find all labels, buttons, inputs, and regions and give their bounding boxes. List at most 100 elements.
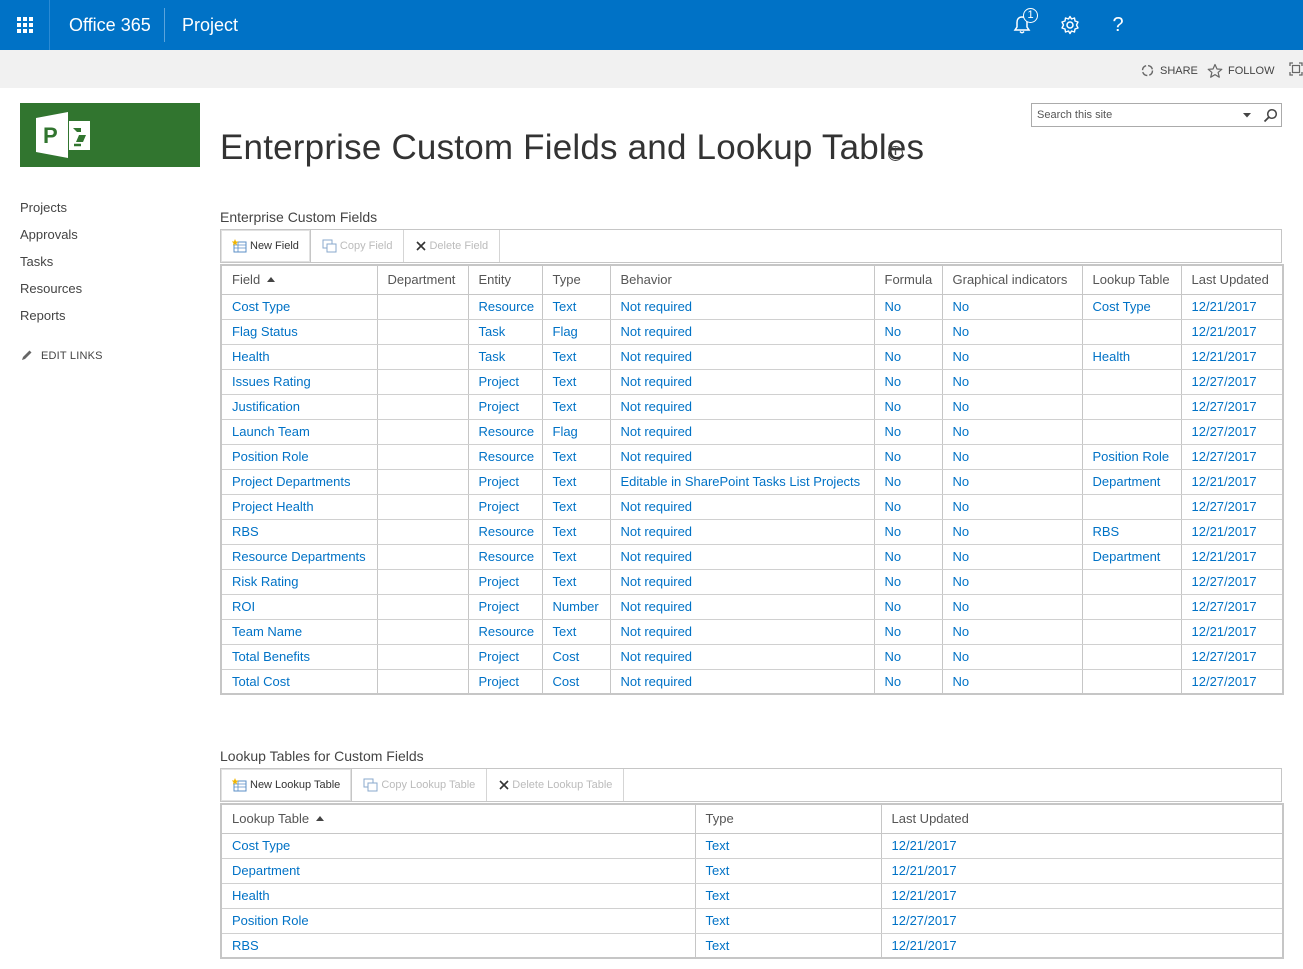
cell-type[interactable]: Cost bbox=[542, 669, 611, 695]
cell-entity[interactable]: Project bbox=[468, 594, 543, 620]
cell-formula[interactable]: No bbox=[874, 544, 943, 570]
cell-behavior[interactable]: Not required bbox=[610, 644, 875, 670]
cell-graphical-indicators[interactable]: No bbox=[942, 419, 1083, 445]
copy-lookup-table-button[interactable]: Copy Lookup Table bbox=[352, 769, 488, 801]
cell-entity[interactable]: Task bbox=[468, 344, 543, 370]
column-header-type[interactable]: Type bbox=[695, 804, 882, 834]
cell-entity[interactable]: Project bbox=[468, 494, 543, 520]
cell-entity[interactable]: Task bbox=[468, 319, 543, 345]
cell-behavior[interactable]: Not required bbox=[610, 669, 875, 695]
office365-brand-link[interactable]: Office 365 bbox=[69, 0, 151, 50]
cell-lookup-table[interactable]: Position Role bbox=[221, 908, 696, 934]
table-row[interactable]: Launch Team Resource Flag Not required No No 1… bbox=[221, 419, 1284, 445]
column-header-entity[interactable]: Entity bbox=[468, 265, 543, 295]
cell-field[interactable]: Cost Type bbox=[221, 294, 378, 320]
cell-graphical-indicators[interactable]: No bbox=[942, 444, 1083, 470]
cell-graphical-indicators[interactable]: No bbox=[942, 669, 1083, 695]
cell-type[interactable]: Text bbox=[695, 908, 882, 934]
table-row[interactable]: Resource Departments Resource Text Not requ… bbox=[221, 544, 1284, 570]
cell-entity[interactable]: Resource bbox=[468, 444, 543, 470]
cell-lookup-table[interactable]: Health bbox=[221, 883, 696, 909]
cell-last-updated[interactable]: 12/21/2017 bbox=[1181, 344, 1284, 370]
info-icon[interactable]: i bbox=[888, 146, 903, 161]
cell-behavior[interactable]: Not required bbox=[610, 344, 875, 370]
cell-entity[interactable]: Project bbox=[468, 394, 543, 420]
cell-behavior[interactable]: Not required bbox=[610, 519, 875, 545]
cell-lookup-table[interactable]: RBS bbox=[1082, 519, 1182, 545]
cell-formula[interactable]: No bbox=[874, 619, 943, 645]
cell-type[interactable]: Text bbox=[542, 394, 611, 420]
cell-type[interactable]: Flag bbox=[542, 319, 611, 345]
cell-last-updated[interactable]: 12/27/2017 bbox=[1181, 419, 1284, 445]
cell-entity[interactable]: Resource bbox=[468, 419, 543, 445]
cell-field[interactable]: RBS bbox=[221, 519, 378, 545]
cell-type[interactable]: Text bbox=[542, 519, 611, 545]
cell-lookup-table[interactable]: Cost Type bbox=[221, 833, 696, 859]
cell-entity[interactable]: Resource bbox=[468, 294, 543, 320]
cell-graphical-indicators[interactable]: No bbox=[942, 469, 1083, 495]
table-row[interactable]: Project Health Project Text Not required No N… bbox=[221, 494, 1284, 520]
nav-item-tasks[interactable]: Tasks bbox=[20, 254, 82, 281]
cell-formula[interactable]: No bbox=[874, 594, 943, 620]
cell-behavior[interactable]: Not required bbox=[610, 544, 875, 570]
cell-last-updated[interactable]: 12/21/2017 bbox=[881, 833, 1284, 859]
column-header-last-updated[interactable]: Last Updated bbox=[881, 804, 1284, 834]
new-lookup-table-button[interactable]: New Lookup Table bbox=[221, 769, 353, 801]
column-header-formula[interactable]: Formula bbox=[874, 265, 943, 295]
cell-type[interactable]: Text bbox=[695, 833, 882, 859]
column-header-lookup-table[interactable]: Lookup Table bbox=[1082, 265, 1182, 295]
cell-type[interactable]: Text bbox=[542, 469, 611, 495]
cell-field[interactable]: Team Name bbox=[221, 619, 378, 645]
app-launcher-button[interactable] bbox=[0, 0, 50, 50]
cell-last-updated[interactable]: 12/27/2017 bbox=[1181, 594, 1284, 620]
table-row[interactable]: RBS Text 12/21/2017 bbox=[221, 933, 1284, 959]
table-row[interactable]: Project Departments Project Text Editable i… bbox=[221, 469, 1284, 495]
cell-last-updated[interactable]: 12/21/2017 bbox=[881, 883, 1284, 909]
table-row[interactable]: RBS Resource Text Not required No No RBS 12/21/… bbox=[221, 519, 1284, 545]
table-row[interactable]: Team Name Resource Text Not required No No 12/… bbox=[221, 619, 1284, 645]
cell-type[interactable]: Text bbox=[542, 544, 611, 570]
search-scope-dropdown-icon[interactable] bbox=[1242, 110, 1252, 120]
cell-lookup-table[interactable]: Department bbox=[221, 858, 696, 884]
delete-field-button[interactable]: Delete Field bbox=[404, 230, 501, 262]
cell-field[interactable]: Health bbox=[221, 344, 378, 370]
table-row[interactable]: Risk Rating Project Text Not required No No 12… bbox=[221, 569, 1284, 595]
cell-entity[interactable]: Project bbox=[468, 469, 543, 495]
cell-field[interactable]: Risk Rating bbox=[221, 569, 378, 595]
table-row[interactable]: Health Task Text Not required No No Health 12/2… bbox=[221, 344, 1284, 370]
cell-field[interactable]: Flag Status bbox=[221, 319, 378, 345]
cell-field[interactable]: Resource Departments bbox=[221, 544, 378, 570]
table-row[interactable]: Position Role Resource Text Not required No N… bbox=[221, 444, 1284, 470]
cell-last-updated[interactable]: 12/21/2017 bbox=[1181, 544, 1284, 570]
table-row[interactable]: Cost Type Text 12/21/2017 bbox=[221, 833, 1284, 859]
column-header-field[interactable]: Field bbox=[221, 265, 378, 295]
cell-entity[interactable]: Resource bbox=[468, 544, 543, 570]
table-row[interactable]: Flag Status Task Flag Not required No No 12/21… bbox=[221, 319, 1284, 345]
share-button[interactable]: SHARE bbox=[1140, 63, 1198, 78]
table-row[interactable]: Total Benefits Project Cost Not required No N… bbox=[221, 644, 1284, 670]
cell-entity[interactable]: Resource bbox=[468, 519, 543, 545]
cell-behavior[interactable]: Not required bbox=[610, 319, 875, 345]
cell-type[interactable]: Text bbox=[542, 344, 611, 370]
cell-entity[interactable]: Project bbox=[468, 569, 543, 595]
cell-entity[interactable]: Project bbox=[468, 669, 543, 695]
cell-formula[interactable]: No bbox=[874, 494, 943, 520]
cell-entity[interactable]: Resource bbox=[468, 619, 543, 645]
cell-field[interactable]: ROI bbox=[221, 594, 378, 620]
follow-button[interactable]: FOLLOW bbox=[1207, 63, 1274, 79]
cell-type[interactable]: Text bbox=[542, 619, 611, 645]
cell-graphical-indicators[interactable]: No bbox=[942, 644, 1083, 670]
cell-formula[interactable]: No bbox=[874, 569, 943, 595]
nav-item-approvals[interactable]: Approvals bbox=[20, 227, 82, 254]
table-row[interactable]: Health Text 12/21/2017 bbox=[221, 883, 1284, 909]
cell-graphical-indicators[interactable]: No bbox=[942, 519, 1083, 545]
notifications-button[interactable]: 1 bbox=[1002, 0, 1042, 50]
cell-behavior[interactable]: Not required bbox=[610, 494, 875, 520]
cell-field[interactable]: Total Benefits bbox=[221, 644, 378, 670]
cell-type[interactable]: Flag bbox=[542, 419, 611, 445]
cell-field[interactable]: Project Health bbox=[221, 494, 378, 520]
cell-formula[interactable]: No bbox=[874, 519, 943, 545]
app-title-link[interactable]: Project bbox=[182, 0, 238, 50]
cell-type[interactable]: Text bbox=[542, 294, 611, 320]
cell-field[interactable]: Issues Rating bbox=[221, 369, 378, 395]
